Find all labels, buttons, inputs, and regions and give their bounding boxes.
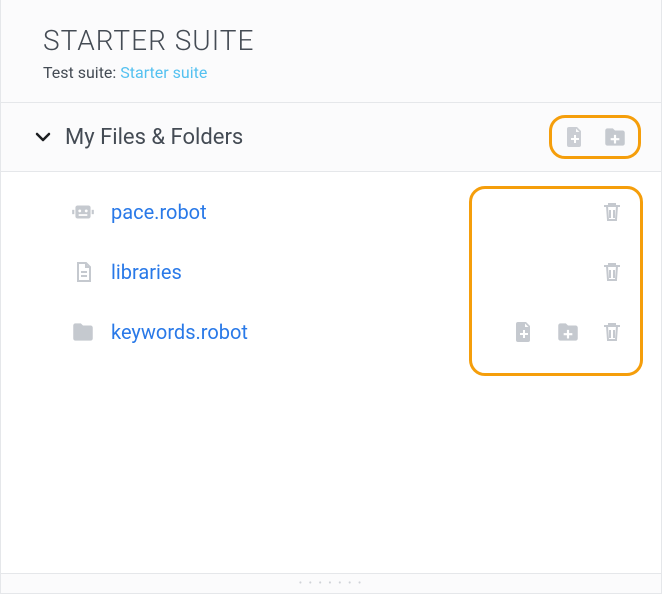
panel-header: STARTER SUITE Test suite: Starter suite xyxy=(1,0,661,103)
section-toggle[interactable]: My Files & Folders xyxy=(31,125,243,150)
file-name: libraries xyxy=(111,260,597,284)
add-file-button[interactable] xyxy=(509,317,539,347)
trash-icon xyxy=(600,320,624,344)
add-folder-button[interactable] xyxy=(553,317,583,347)
file-tree: pace.robot libraries xyxy=(1,172,661,573)
file-row[interactable]: libraries xyxy=(1,242,661,302)
add-file-icon xyxy=(563,125,587,149)
file-icon xyxy=(69,258,97,286)
row-actions xyxy=(509,317,631,347)
file-name: keywords.robot xyxy=(111,320,509,344)
row-actions xyxy=(597,197,631,227)
section-title: My Files & Folders xyxy=(65,125,243,150)
section-bar: My Files & Folders xyxy=(1,103,661,172)
robot-icon xyxy=(69,198,97,226)
delete-button[interactable] xyxy=(597,197,627,227)
highlight-section-actions xyxy=(549,115,641,159)
file-panel: STARTER SUITE Test suite: Starter suite … xyxy=(0,0,662,594)
resize-handle[interactable]: • • • • • • • xyxy=(1,573,661,593)
add-folder-icon xyxy=(555,319,581,345)
suite-link[interactable]: Starter suite xyxy=(120,63,207,82)
file-row[interactable]: pace.robot xyxy=(1,182,661,242)
add-folder-button[interactable] xyxy=(600,122,630,152)
row-actions xyxy=(597,257,631,287)
suite-subtitle: Test suite: Starter suite xyxy=(43,63,631,82)
delete-button[interactable] xyxy=(597,317,627,347)
file-row[interactable]: keywords.robot xyxy=(1,302,661,362)
trash-icon xyxy=(600,200,624,224)
add-file-icon xyxy=(512,320,536,344)
suite-sub-label: Test suite: xyxy=(43,63,120,82)
folder-icon xyxy=(69,318,97,346)
add-file-button[interactable] xyxy=(560,122,590,152)
suite-title: STARTER SUITE xyxy=(43,24,631,57)
trash-icon xyxy=(600,260,624,284)
add-folder-icon xyxy=(602,124,628,150)
chevron-down-icon xyxy=(31,125,55,149)
delete-button[interactable] xyxy=(597,257,627,287)
file-name: pace.robot xyxy=(111,200,597,224)
